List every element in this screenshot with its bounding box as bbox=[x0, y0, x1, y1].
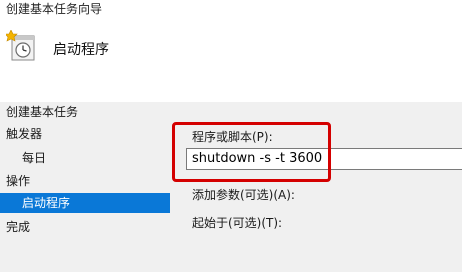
task-clock-icon bbox=[6, 30, 35, 61]
wizard-steps-nav: 创建基本任务 触发器 每日 操作 启动程序 完成 bbox=[0, 102, 170, 272]
start-in-label: 起始于(可选)(T): bbox=[192, 216, 283, 230]
step-create-basic-task[interactable]: 创建基本任务 bbox=[6, 103, 78, 121]
page-title: 启动程序 bbox=[53, 42, 109, 58]
step-start-program-label: 启动程序 bbox=[22, 196, 71, 210]
window-title: 创建基本任务向导 bbox=[6, 2, 103, 16]
step-action[interactable]: 操作 bbox=[6, 172, 30, 190]
step-finish[interactable]: 完成 bbox=[6, 218, 30, 236]
red-highlight-box bbox=[172, 122, 331, 182]
step-daily[interactable]: 每日 bbox=[22, 149, 46, 167]
step-start-program[interactable]: 启动程序 bbox=[0, 193, 170, 213]
step-trigger[interactable]: 触发器 bbox=[6, 125, 42, 143]
wizard-body: 创建基本任务 触发器 每日 操作 启动程序 完成 程序或脚本(P): shutd… bbox=[0, 102, 462, 272]
args-label: 添加参数(可选)(A): bbox=[192, 188, 295, 202]
wizard-header: 启动程序 bbox=[0, 22, 462, 102]
